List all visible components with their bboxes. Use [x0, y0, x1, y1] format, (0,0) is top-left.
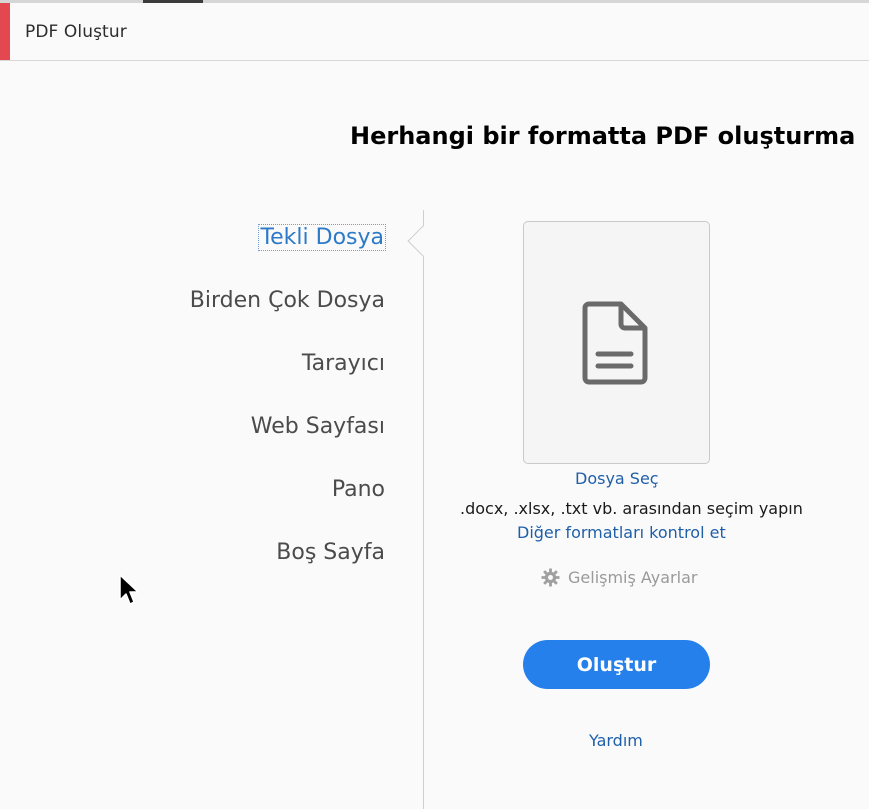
format-hint: .docx, .xlsx, .txt vb. arasından seçim y…: [460, 499, 803, 518]
document-icon: [582, 301, 648, 385]
gear-icon: [541, 568, 560, 587]
create-button[interactable]: Oluştur: [523, 640, 710, 689]
select-file-link[interactable]: Dosya Seç: [575, 469, 659, 488]
source-nav: Tekli Dosya Birden Çok Dosya Tarayıcı We…: [0, 0, 386, 809]
nav-item-clipboard[interactable]: Pano: [332, 477, 385, 502]
advanced-settings-label: Gelişmiş Ayarlar: [568, 568, 698, 587]
help-link[interactable]: Yardım: [589, 731, 643, 750]
advanced-settings-button[interactable]: Gelişmiş Ayarlar: [541, 568, 697, 587]
nav-item-single-file[interactable]: Tekli Dosya: [258, 224, 386, 251]
nav-item-scanner[interactable]: Tarayıcı: [302, 351, 385, 376]
nav-item-blank-page[interactable]: Boş Sayfa: [276, 540, 385, 565]
nav-item-web-page[interactable]: Web Sayfası: [251, 414, 385, 439]
other-formats-link[interactable]: Diğer formatları kontrol et: [517, 523, 726, 542]
panel-divider: [423, 210, 424, 809]
mouse-cursor-icon: [119, 574, 139, 605]
nav-item-multiple-files[interactable]: Birden Çok Dosya: [190, 288, 385, 313]
page-heading: Herhangi bir formatta PDF oluşturma: [350, 122, 856, 150]
file-drop-zone[interactable]: [523, 221, 710, 464]
